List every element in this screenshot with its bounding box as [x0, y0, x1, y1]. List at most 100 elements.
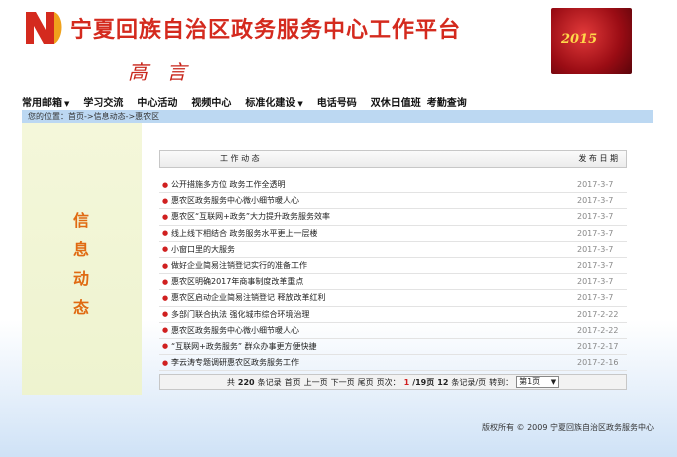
pager-next-link[interactable]: 下一页 [331, 377, 355, 388]
pager-total-count: 220 [237, 377, 255, 387]
pager-last-link[interactable]: 尾页 [358, 377, 374, 388]
page-select[interactable]: 第1页 ▼ [516, 376, 560, 388]
article-date: 2017-3-7 [577, 228, 614, 238]
pager-per-page: 12 [437, 377, 449, 387]
side-title-char: 动 [72, 269, 89, 288]
list-item: ● 做好企业简易注销登记实行的准备工作 2017-3-7 [159, 258, 627, 275]
bullet-icon: ● [161, 180, 169, 189]
article-list: ● 公开措施多方位 政务工作全透明 2017-3-7 ● 惠农区政务服务中心微小细节暖… [159, 177, 627, 372]
nav-label: 学习交流 [83, 97, 124, 109]
article-date: 2017-3-7 [577, 293, 614, 303]
article-link[interactable]: 多部门联合执法 强化城市综合环境治理 [171, 309, 577, 320]
pager-prev-link[interactable]: 上一页 [304, 377, 328, 388]
nav-label: 视频中心 [191, 97, 232, 109]
side-title-char: 态 [72, 298, 89, 317]
article-date: 2017-3-7 [577, 244, 614, 254]
article-link[interactable]: 李云涛专题调研惠农区政务服务工作 [171, 357, 577, 368]
nav-label: 双休日值班 [370, 97, 421, 109]
article-link[interactable]: “互联网+政务服务” 群众办事更方便快捷 [171, 341, 577, 352]
article-date: 2017-2-22 [577, 325, 619, 335]
nav-label: 常用邮箱 [22, 97, 62, 109]
nav-item-study[interactable]: 学习交流 [83, 94, 123, 109]
pager-per-page-suffix: 条记录/页 [451, 377, 487, 387]
pager-current-page: 1 [403, 377, 410, 387]
nav-label: 中心活动 [137, 97, 178, 109]
pager-first-link[interactable]: 首页 [285, 377, 301, 388]
article-link[interactable]: 惠农区明确2017年商事制度改革重点 [171, 276, 577, 287]
nav-item-weekend-duty[interactable]: 双休日值班 [371, 94, 421, 109]
article-link[interactable]: 小窗口里的大服务 [171, 244, 577, 255]
footer-copyright: 版权所有 © 2009 宁夏回族自治区政务服务中心 [482, 423, 654, 432]
list-item: ● 线上线下相结合 政务服务水平更上一层楼 2017-3-7 [159, 226, 627, 242]
list-item: ● 惠农区“互联网+政务”大力提升政务服务效率 2017-3-7 [159, 209, 627, 226]
nav-label: 考勤查询 [426, 97, 467, 109]
site-title: 宁夏回族自治区政务服务中心工作平台 [70, 18, 462, 43]
nav-label: 标准化建设 [245, 97, 296, 109]
nav-item-standardization[interactable]: 标准化建设 ▼ [245, 94, 302, 109]
bullet-icon: ● [161, 310, 169, 319]
pager-total-suffix: 条记录 [257, 377, 282, 387]
list-item: ● 李云涛专题调研惠农区政务服务工作 2017-2-16 [159, 355, 627, 372]
page-select-value: 第1页 [519, 377, 541, 386]
nav-item-attendance[interactable]: 考勤查询 [427, 94, 467, 109]
article-link[interactable]: 惠农区“互联网+政务”大力提升政务服务效率 [171, 211, 577, 222]
article-link[interactable]: 惠农区启动企业简易注销登记 释放改革红利 [171, 292, 577, 303]
nav-item-phone[interactable]: 电话号码 [317, 94, 357, 109]
chevron-down-icon: ▼ [550, 378, 557, 386]
list-item: ● 公开措施多方位 政务工作全透明 2017-3-7 [159, 177, 627, 194]
banner-year: 2015 [561, 32, 598, 47]
bullet-icon: ● [161, 293, 169, 302]
list-item: ● “互联网+政务服务” 群众办事更方便快捷 2017-2-17 [159, 339, 627, 356]
side-title: 信 息 动 态 [70, 206, 92, 322]
article-date: 2017-3-7 [577, 196, 614, 206]
column-title-header: 工 作 动 态 [220, 154, 260, 163]
article-date: 2017-2-17 [577, 341, 619, 351]
nav-item-video[interactable]: 视频中心 [191, 94, 231, 109]
pager-page-label: 页次： [376, 377, 401, 387]
bullet-icon: ● [161, 261, 169, 270]
signature-image: 高 言 [128, 60, 193, 84]
bullet-icon: ● [161, 342, 169, 351]
site-logo[interactable] [24, 8, 64, 46]
list-item: ● 惠农区政务服务中心微小细节暖人心 2017-3-7 [159, 193, 627, 210]
bullet-icon: ● [161, 245, 169, 254]
article-link[interactable]: 惠农区政务服务中心微小细节暖人心 [171, 325, 577, 336]
main-nav: 常用邮箱 ▼ 学习交流 中心活动 视频中心 标准化建设 ▼ 电话号码 双休日值班 考… [22, 93, 662, 109]
article-date: 2017-3-7 [577, 212, 614, 222]
header: 宁夏回族自治区政务服务中心工作平台 高 言 2015 [0, 0, 677, 90]
pagination-bar: 共 220 条记录 首页 上一页 下一页 尾页 页次： 1/19页 12 条记录/页… [159, 374, 627, 390]
bullet-icon: ● [161, 229, 169, 238]
column-date-header: 发 布 日 期 [578, 154, 618, 163]
article-date: 2017-3-7 [577, 261, 614, 271]
list-item: ● 小窗口里的大服务 2017-3-7 [159, 242, 627, 258]
pager-total-pages: /19页 [412, 377, 435, 387]
list-item: ● 惠农区明确2017年商事制度改革重点 2017-3-7 [159, 274, 627, 291]
chevron-down-icon: ▼ [64, 99, 70, 108]
breadcrumb[interactable]: 您的位置：首页->信息动态->惠农区 [22, 110, 653, 123]
pager-goto-label: 转到： [489, 377, 514, 387]
side-title-char: 信 [72, 211, 89, 230]
chevron-down-icon: ▼ [297, 99, 303, 108]
bullet-icon: ● [161, 358, 169, 367]
article-link[interactable]: 惠农区政务服务中心微小细节暖人心 [171, 195, 577, 206]
article-date: 2017-2-22 [577, 309, 619, 319]
bullet-icon: ● [161, 196, 169, 205]
side-title-char: 息 [72, 240, 89, 259]
bullet-icon: ● [161, 277, 169, 286]
article-date: 2017-2-16 [577, 358, 619, 368]
nav-item-mail[interactable]: 常用邮箱 ▼ [22, 94, 69, 109]
nav-label: 电话号码 [316, 97, 357, 109]
list-item: ● 惠农区启动企业简易注销登记 释放改革红利 2017-3-7 [159, 290, 627, 307]
bullet-icon: ● [161, 212, 169, 221]
pager-total-prefix: 共 [226, 377, 235, 387]
article-link[interactable]: 做好企业简易注销登记实行的准备工作 [171, 260, 577, 271]
article-link[interactable]: 公开措施多方位 政务工作全透明 [171, 179, 577, 190]
list-header: 工 作 动 态 发 布 日 期 [159, 150, 627, 168]
new-year-banner-image: 2015 [551, 8, 632, 74]
article-date: 2017-3-7 [577, 180, 614, 190]
list-item: ● 惠农区政务服务中心微小细节暖人心 2017-2-22 [159, 323, 627, 339]
list-item: ● 多部门联合执法 强化城市综合环境治理 2017-2-22 [159, 307, 627, 323]
article-link[interactable]: 线上线下相结合 政务服务水平更上一层楼 [171, 228, 577, 239]
bullet-icon: ● [161, 326, 169, 335]
nav-item-activities[interactable]: 中心活动 [137, 94, 177, 109]
